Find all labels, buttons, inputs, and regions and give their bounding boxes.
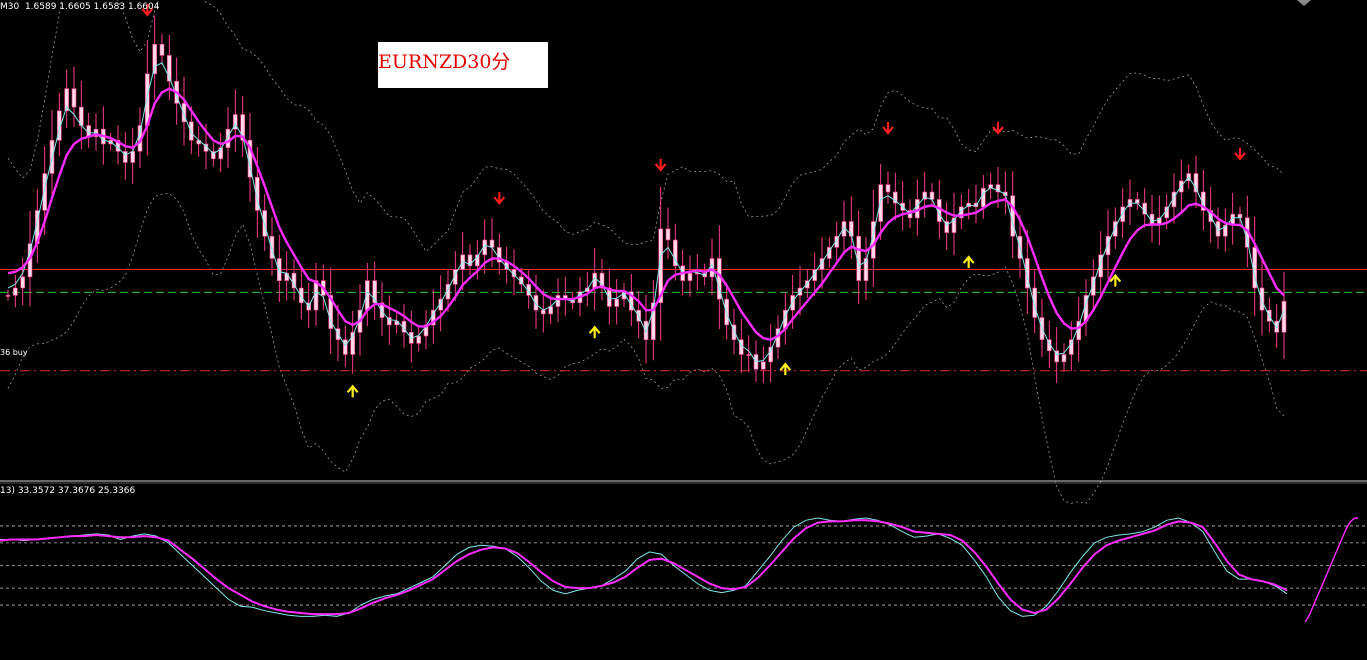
- buy-arrow-icon: [779, 362, 792, 376]
- sell-arrow-icon: [493, 192, 506, 205]
- candle-body: [42, 173, 48, 211]
- candle-body: [687, 272, 693, 281]
- candle-body: [614, 298, 620, 307]
- candle-body: [342, 339, 348, 355]
- candle-body: [20, 276, 26, 289]
- buy-arrow-icon: [346, 384, 359, 398]
- upper-band: [7, 0, 1285, 253]
- sell-arrow-icon: [654, 158, 667, 172]
- candle-body: [71, 88, 77, 108]
- candle-body: [878, 184, 884, 222]
- candle-body: [1105, 236, 1111, 256]
- candle-body: [746, 354, 752, 356]
- candle-body: [1120, 206, 1125, 222]
- candle-body: [1061, 354, 1067, 363]
- sell-arrow-icon: [1234, 147, 1246, 161]
- oscillator-projection-line: [1304, 517, 1358, 623]
- symbol-title: EURNZD30分: [378, 51, 511, 73]
- candle-body: [885, 184, 891, 193]
- candle-body: [130, 151, 135, 163]
- oscillator-signal-line: [0, 519, 1288, 616]
- candle-body: [1215, 221, 1221, 237]
- candle-body: [1281, 300, 1287, 333]
- candle-body: [980, 188, 986, 208]
- candle-body: [643, 320, 649, 341]
- candle-body: [1135, 199, 1140, 204]
- sell-arrow-icon: [992, 122, 1004, 135]
- chart-canvas: [0, 0, 1367, 623]
- candles: [5, 15, 1287, 384]
- candle-body: [13, 287, 18, 296]
- symbol-title-box: EURNZD30分: [378, 42, 548, 88]
- candle-body: [416, 335, 422, 344]
- candle-body: [152, 43, 157, 75]
- buy-arrow-icon: [588, 325, 601, 339]
- candle-body: [284, 272, 290, 281]
- chart-shift-icon[interactable]: [1297, 0, 1311, 6]
- buy-arrow-icon: [1109, 273, 1122, 287]
- candle-body: [768, 346, 774, 363]
- candle-body: [489, 239, 495, 248]
- buy-arrow-icon: [962, 255, 975, 269]
- candle-body: [159, 43, 165, 56]
- oscillator-main-line: [0, 517, 1288, 617]
- candle-body: [1259, 287, 1265, 311]
- candle-body: [929, 191, 935, 200]
- candle-body: [665, 228, 671, 241]
- candle-body: [5, 295, 11, 297]
- candle-body: [1069, 339, 1074, 355]
- candle-body: [760, 361, 766, 370]
- sell-arrow-icon: [882, 122, 894, 135]
- candle-body: [533, 295, 539, 311]
- candle-body: [276, 258, 282, 282]
- buy-line-label: 36 buy: [0, 348, 28, 357]
- candle-body: [790, 295, 796, 311]
- candle-body: [189, 121, 194, 141]
- ohlc-readout: M30 1.6589 1.6605 1.6583 1.6604: [0, 2, 160, 12]
- oscillator-readout: 13) 33.3572 37.3676 25.3366: [0, 486, 136, 496]
